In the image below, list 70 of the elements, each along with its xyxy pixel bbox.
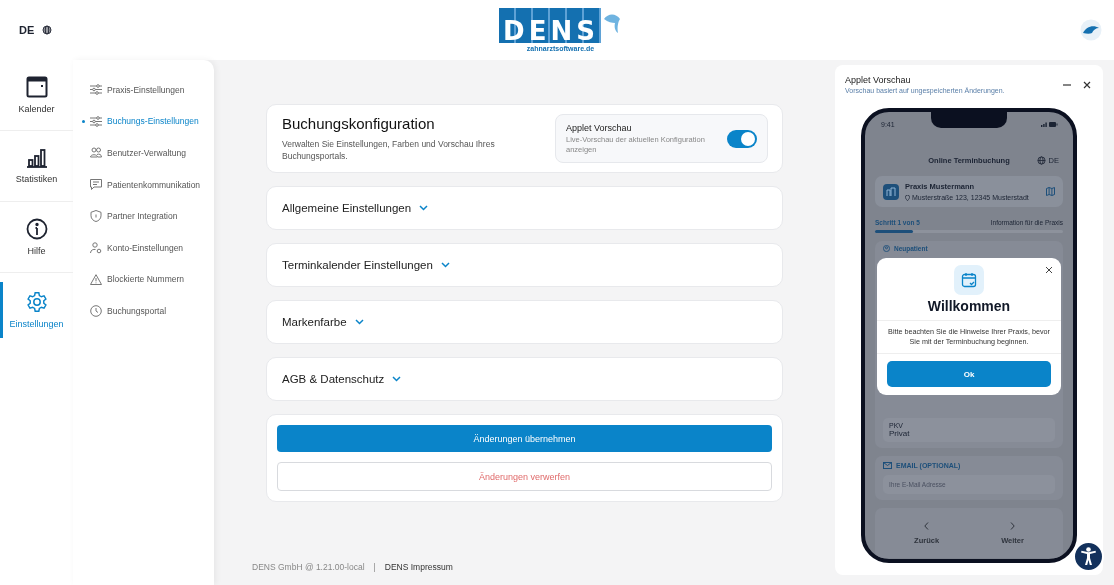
submenu-item[interactable]: Buchungs-Einstellungen — [73, 105, 214, 138]
accordion-header[interactable]: Allgemeine Einstellungen — [266, 186, 783, 230]
pin-icon — [905, 194, 910, 201]
info-icon — [25, 218, 48, 240]
close-icon[interactable] — [1083, 80, 1091, 89]
nav-label: Hilfe — [27, 246, 46, 256]
warning-icon — [90, 273, 102, 285]
submenu-label: Partner Integration — [107, 211, 178, 222]
submenu-label: Buchungsportal — [107, 305, 167, 316]
card-title: Buchungskonfiguration — [282, 115, 436, 132]
minimize-icon[interactable] — [1063, 83, 1071, 86]
submenu-item[interactable]: Patientenkommunikation — [73, 168, 214, 201]
chevron-left-icon — [924, 521, 930, 530]
impressum-link[interactable]: DENS Impressum — [384, 562, 453, 572]
submenu-item[interactable]: Blockierte Nummern — [73, 263, 214, 296]
calendar-check-icon — [961, 272, 977, 288]
accordion-header[interactable]: AGB & Datenschutz — [266, 357, 783, 401]
building-icon — [883, 183, 899, 200]
chevron-down-icon — [392, 376, 402, 382]
bar-chart-icon — [25, 148, 48, 168]
apply-button[interactable]: Änderungen übernehmen — [277, 425, 772, 452]
panel-title: Applet Vorschau — [845, 75, 912, 85]
user-icon — [883, 245, 890, 252]
chevron-down-icon — [419, 205, 429, 211]
dialog-title: Willkommen — [927, 298, 1011, 314]
mail-icon — [883, 462, 892, 469]
submenu-item[interactable]: Benutzer-Verwaltung — [73, 137, 214, 169]
avatar-icon[interactable] — [1080, 19, 1102, 41]
submenu-item[interactable]: Partner Integration — [73, 200, 214, 232]
status-icons — [1041, 121, 1059, 127]
sliders-icon — [90, 84, 102, 96]
submenu-label: Blockierte Nummern — [107, 274, 184, 285]
submenu-label: Buchungs-Einstellungen — [107, 116, 199, 127]
logo-wordmark: DENS — [499, 8, 601, 43]
toggle-switch[interactable] — [727, 129, 757, 148]
submenu-label: Benutzer-Verwaltung — [107, 148, 186, 158]
nav-label: Kalender — [18, 104, 55, 114]
card-description: Verwalten Sie Einstellungen, Farben und Vorschau Ihres Buchungsportals. — [282, 138, 496, 162]
submenu-label: Konto-Einstellungen — [107, 242, 184, 253]
clock-icon — [90, 304, 102, 317]
map-icon[interactable] — [1046, 187, 1055, 196]
close-icon[interactable] — [1045, 266, 1053, 274]
submenu-label: Praxis-Einstellungen — [107, 84, 185, 95]
ok-button[interactable]: Ok — [887, 361, 1051, 387]
separator: | — [373, 562, 376, 572]
submenu-item[interactable]: Konto-Einstellungen — [73, 231, 214, 264]
chat-icon — [90, 179, 102, 191]
language-selector[interactable]: DE — [19, 24, 53, 36]
sliders-icon — [90, 115, 102, 127]
nav-label: Einstellungen — [9, 319, 64, 329]
chevron-right-icon — [1010, 521, 1016, 530]
chevron-down-icon — [440, 262, 450, 268]
nav-label: Statistiken — [15, 174, 58, 184]
accessibility-icon — [1080, 547, 1097, 566]
users-icon — [90, 147, 102, 159]
settings-icon — [25, 291, 48, 313]
accordion-header[interactable]: Terminkalender Einstellungen — [266, 243, 783, 287]
toggle-label: Applet Vorschau — [566, 123, 633, 133]
submenu-label: Patientenkommunikation — [107, 179, 201, 190]
accordion-header[interactable]: Markenfarbe — [266, 300, 783, 344]
shield-icon — [90, 210, 102, 223]
field-value: Privat — [889, 429, 911, 438]
globe-icon — [42, 25, 53, 35]
version-text: DENS GmbH @ 1.21.00-local — [252, 562, 365, 572]
user-gear-icon — [90, 241, 102, 254]
submenu-item[interactable]: Praxis-Einstellungen — [73, 74, 214, 106]
nav-item[interactable]: Einstellungen — [0, 282, 73, 338]
chevron-down-icon — [354, 319, 364, 325]
calendar-icon — [25, 76, 48, 98]
submenu-item[interactable]: Buchungsportal — [73, 295, 214, 327]
